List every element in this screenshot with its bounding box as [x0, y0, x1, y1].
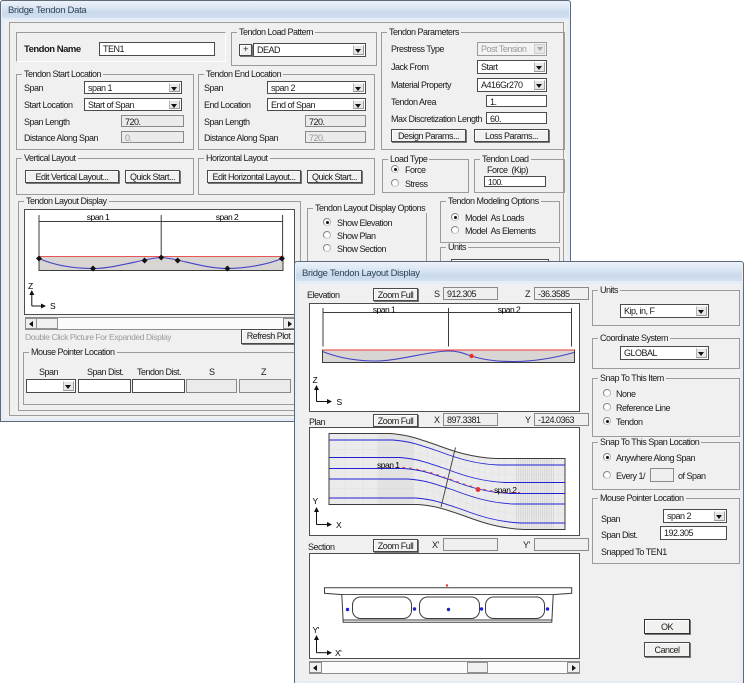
- svg-text:S: S: [336, 397, 342, 407]
- svg-text:X': X': [335, 648, 342, 658]
- svg-text:span 1: span 1: [87, 212, 110, 222]
- svg-text:S: S: [50, 301, 56, 311]
- svg-text:Y': Y': [312, 625, 319, 635]
- svg-text:span 2: span 2: [494, 485, 517, 495]
- svg-text:span 2: span 2: [216, 212, 239, 222]
- svg-text:Y: Y: [312, 496, 318, 506]
- svg-text:Z: Z: [28, 281, 33, 291]
- svg-text:Z: Z: [312, 375, 317, 385]
- svg-text:X: X: [336, 520, 342, 530]
- svg-text:span 2: span 2: [497, 304, 520, 314]
- svg-text:span 1: span 1: [372, 304, 395, 314]
- svg-text:span 1: span 1: [377, 460, 400, 470]
